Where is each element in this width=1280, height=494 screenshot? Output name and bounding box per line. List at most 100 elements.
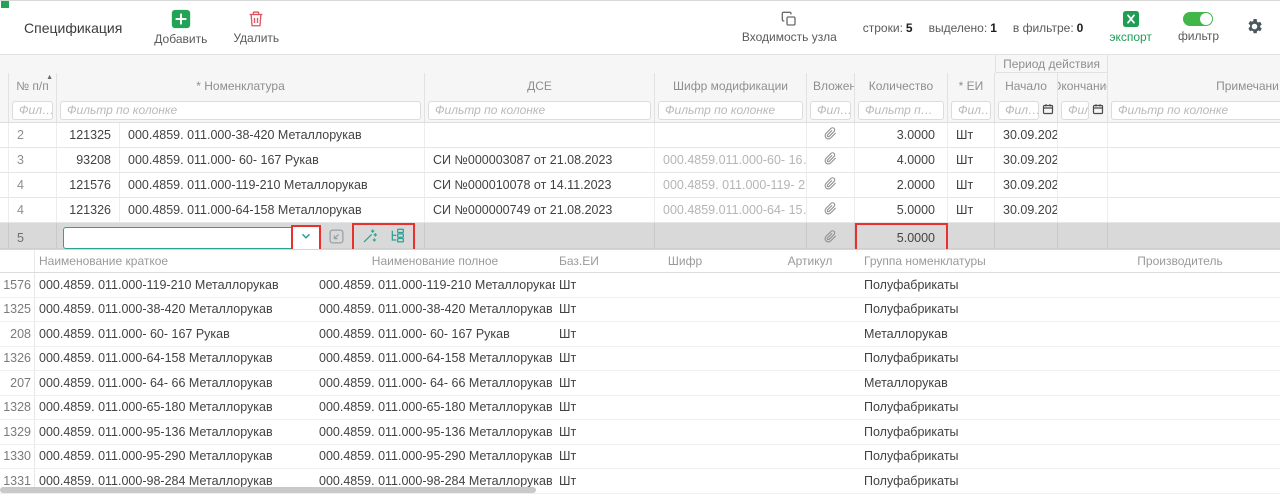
cell-unit: Шт <box>948 123 995 147</box>
popup-row[interactable]: 1330 000.4859. 011.000-95-290 Металлорук… <box>0 445 1280 470</box>
cell-quantity-highlighted[interactable]: 5.0000 <box>855 223 948 252</box>
cell-num: 5 <box>8 223 57 252</box>
popup-header-group[interactable]: Группа номенклатуры <box>860 250 1080 272</box>
cell-code: 121325 <box>57 123 120 147</box>
popup-row[interactable]: 1326 000.4859. 011.000-64-158 Металлорук… <box>0 347 1280 372</box>
popup-cell-full: 000.4859. 011.000- 64- 66 Металлорукав <box>315 371 555 395</box>
popup-row[interactable]: 1329 000.4859. 011.000-95-136 Металлорук… <box>0 420 1280 445</box>
annotation-box-actions <box>352 223 415 252</box>
cell-num: 2 <box>8 123 57 147</box>
filter-toggle[interactable]: фильтр <box>1178 12 1219 43</box>
calendar-icon[interactable] <box>1042 103 1054 118</box>
popup-header-cipher[interactable]: Шифр <box>610 250 760 272</box>
popup-cell-article <box>760 298 860 322</box>
cell-attachments[interactable] <box>807 123 855 147</box>
nomenclature-input[interactable] <box>64 228 291 248</box>
table-row[interactable]: 4 121576 000.4859. 011.000-119-210 Метал… <box>0 173 1280 198</box>
header-num[interactable]: № п/п▲ <box>8 73 57 98</box>
popup-cell-cipher <box>610 371 760 395</box>
popup-header-full-name[interactable]: Наименование полное <box>315 250 555 272</box>
popup-cell-id: 1326 <box>0 347 35 371</box>
popup-row[interactable]: 1576 000.4859. 011.000-119-210 Металлору… <box>0 273 1280 298</box>
header-quantity[interactable]: Количество <box>855 73 948 98</box>
calendar-icon[interactable] <box>1092 103 1104 118</box>
filter-nomenclature-input[interactable]: Фильтр по колонке <box>60 101 421 120</box>
filter-quantity-input[interactable]: Фильтр п… <box>858 101 944 120</box>
nomenclature-combobox[interactable] <box>63 227 321 249</box>
popup-cell-group: Полуфабрикаты <box>860 347 1080 371</box>
table-row[interactable]: 3 93208 000.4859. 011.000- 60- 167 Рукав… <box>0 148 1280 173</box>
table-row[interactable]: 4 121326 000.4859. 011.000-64-158 Металл… <box>0 198 1280 223</box>
header-unit[interactable]: * ЕИ <box>948 73 995 98</box>
popup-row[interactable]: 1325 000.4859. 011.000-38-420 Металлорук… <box>0 298 1280 323</box>
cell-attachments[interactable] <box>807 223 855 252</box>
cell-note <box>1108 148 1280 172</box>
table-row[interactable]: 2 121325 000.4859. 011.000-38-420 Металл… <box>0 123 1280 148</box>
popup-header-short-name[interactable]: Наименование краткое <box>35 250 315 272</box>
cell-attachments[interactable] <box>807 148 855 172</box>
cell-dse: СИ №000010078 от 14.11.2023 <box>425 173 655 197</box>
popup-header-base-unit[interactable]: Баз.ЕИ <box>555 250 610 272</box>
popup-row[interactable]: 207 000.4859. 011.000- 64- 66 Металлорук… <box>0 371 1280 396</box>
grid-body: 2 121325 000.4859. 011.000-38-420 Металл… <box>0 123 1280 249</box>
popup-cell-group: Полуфабрикаты <box>860 469 1080 493</box>
popup-cell-cipher <box>610 445 760 469</box>
popup-cell-id: 207 <box>0 371 35 395</box>
popup-cell-id: 208 <box>0 322 35 346</box>
popup-cell-group: Полуфабрикаты <box>860 298 1080 322</box>
popup-row[interactable]: 1328 000.4859. 011.000-65-180 Металлорук… <box>0 396 1280 421</box>
filter-unit-input[interactable]: Фил… <box>951 101 991 120</box>
open-card-button[interactable] <box>328 228 345 248</box>
cell-dse <box>425 123 655 147</box>
header-nomenclature[interactable]: * Номенклатура <box>57 73 425 98</box>
cell-num: 4 <box>8 198 57 222</box>
node-usage-button[interactable]: Входимость узла <box>742 11 837 44</box>
cell-start: 30.09.2024 <box>995 198 1058 222</box>
cell-attachments[interactable] <box>807 173 855 197</box>
tree-icon <box>389 233 405 247</box>
popup-cell-short: 000.4859. 011.000- 60- 167 Рукав <box>35 322 315 346</box>
cell-name: 000.4859. 011.000- 60- 167 Рукав <box>120 148 425 172</box>
page-title: Спецификация <box>24 20 122 36</box>
header-note[interactable]: Примечани <box>1108 73 1280 98</box>
chevron-down-icon[interactable] <box>299 229 313 246</box>
cell-attachments[interactable] <box>807 198 855 222</box>
wizard-button[interactable] <box>362 228 378 247</box>
cell-nomenclature-edit <box>57 223 425 252</box>
filter-note-input[interactable]: Фильтр по колонке <box>1111 101 1280 120</box>
toggle-switch[interactable] <box>1183 12 1213 26</box>
cell-code: 121326 <box>57 198 120 222</box>
add-button[interactable]: Добавить <box>154 9 207 46</box>
cell-dse: СИ №000000749 от 21.08.2023 <box>425 198 655 222</box>
settings-button[interactable] <box>1245 17 1264 39</box>
filter-row: Фил… Фильтр по колонке Фильтр по колонке… <box>0 98 1280 123</box>
trash-icon <box>247 10 265 28</box>
header-attachments[interactable]: Вложени <box>807 73 855 98</box>
filter-end-input[interactable]: Фил… <box>1061 101 1089 120</box>
filter-start-input[interactable]: Фил… <box>998 101 1039 120</box>
edit-row[interactable]: 5 5.0000 <box>0 223 1280 249</box>
header-start[interactable]: Начало <box>995 73 1058 98</box>
header-end[interactable]: Окончание <box>1058 73 1108 98</box>
popup-row[interactable]: 208 000.4859. 011.000- 60- 167 Рукав 000… <box>0 322 1280 347</box>
filter-num-input[interactable]: Фил… <box>12 101 53 120</box>
filter-dse-input[interactable]: Фильтр по колонке <box>428 101 651 120</box>
horizontal-scrollbar[interactable] <box>0 487 536 493</box>
popup-header-article[interactable]: Артикул <box>760 250 860 272</box>
popup-cell-manufacturer <box>1080 445 1280 469</box>
popup-cell-id: 1329 <box>0 420 35 444</box>
popup-cell-article <box>760 322 860 346</box>
popup-header-manufacturer[interactable]: Производитель <box>1080 250 1280 272</box>
export-button[interactable]: экспорт <box>1109 11 1152 44</box>
popup-cell-manufacturer <box>1080 347 1280 371</box>
header-dse[interactable]: ДСЕ <box>425 73 655 98</box>
cell-note <box>1108 173 1280 197</box>
popup-cell-group: Полуфабрикаты <box>860 445 1080 469</box>
filter-mod-input[interactable]: Фильтр по колонке <box>658 101 803 120</box>
filter-attachments-input[interactable]: Фил… <box>810 101 851 120</box>
tree-select-button[interactable] <box>389 228 405 247</box>
popup-cell-cipher <box>610 273 760 297</box>
header-mod-code[interactable]: Шифр модификации <box>655 73 807 98</box>
delete-button[interactable]: Удалить <box>233 10 279 45</box>
popup-cell-article <box>760 420 860 444</box>
